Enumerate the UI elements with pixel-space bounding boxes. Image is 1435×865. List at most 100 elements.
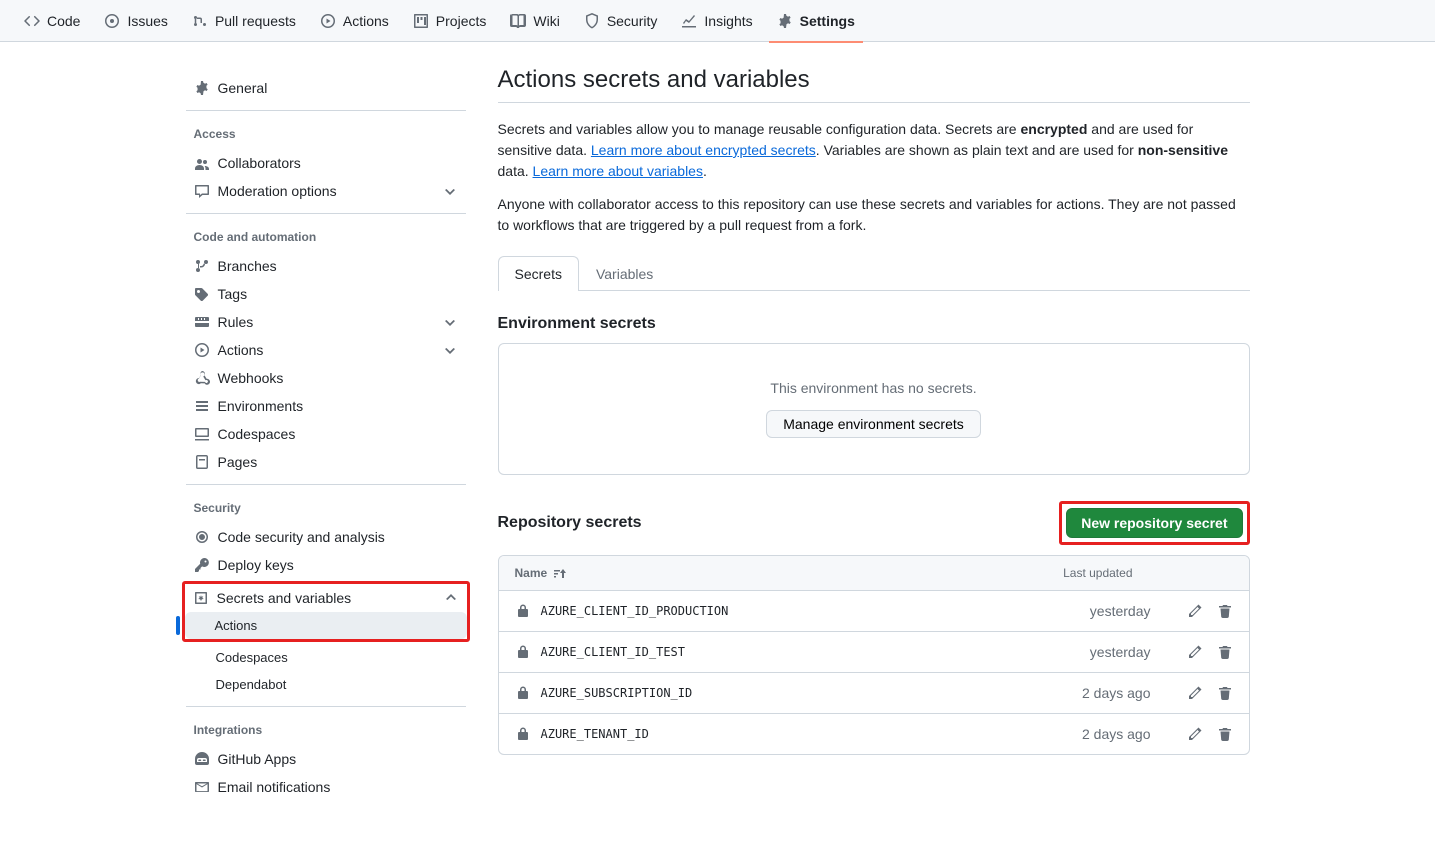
sidebar-actions[interactable]: Actions — [186, 336, 466, 364]
sort-icon[interactable] — [551, 565, 567, 581]
mail-icon — [194, 779, 210, 795]
lock-icon — [515, 644, 531, 660]
sidebar-label: Collaborators — [218, 155, 301, 171]
lock-icon — [515, 603, 531, 619]
tag-icon — [194, 286, 210, 302]
edit-icon[interactable] — [1187, 603, 1203, 619]
sidebar-branches[interactable]: Branches — [186, 252, 466, 280]
tab-label: Insights — [704, 13, 752, 29]
tab-label: Wiki — [533, 13, 559, 29]
sidebar-pages[interactable]: Pages — [186, 448, 466, 476]
delete-icon[interactable] — [1217, 685, 1233, 701]
tab-code[interactable]: Code — [16, 0, 88, 42]
tab-settings[interactable]: Settings — [769, 0, 863, 42]
tab-label: Security — [607, 13, 658, 29]
sidebar-secrets-and-variables[interactable]: Secrets and variables — [185, 584, 467, 612]
secrets-variables-tabs: Secrets Variables — [498, 256, 1250, 291]
secret-name: AZURE_SUBSCRIPTION_ID — [541, 686, 693, 700]
delete-icon[interactable] — [1217, 644, 1233, 660]
sidebar-label: Secrets and variables — [217, 590, 352, 606]
page-icon — [194, 454, 210, 470]
lock-icon — [515, 726, 531, 742]
tab-secrets[interactable]: Secrets — [498, 256, 579, 291]
chevron-down-icon — [442, 342, 458, 358]
tab-projects[interactable]: Projects — [405, 0, 495, 42]
tab-label: Projects — [436, 13, 487, 29]
sidebar-rules[interactable]: Rules — [186, 308, 466, 336]
gear-icon — [777, 13, 793, 29]
table-row: AZURE_SUBSCRIPTION_ID 2 days ago — [499, 673, 1249, 714]
tab-label: Actions — [343, 13, 389, 29]
secrets-table: Name Last updated AZURE_CLIENT_ID_PRODUC… — [498, 555, 1250, 755]
sidebar-heading-access: Access — [186, 119, 466, 149]
webhook-icon — [194, 370, 210, 386]
new-repository-secret-button[interactable]: New repository secret — [1066, 508, 1242, 538]
sidebar-secrets-codespaces[interactable]: Codespaces — [186, 644, 466, 671]
manage-environment-secrets-button[interactable]: Manage environment secrets — [766, 410, 981, 438]
sidebar-label: GitHub Apps — [218, 751, 297, 767]
highlight-secrets-and-variables: Secrets and variables Actions — [182, 581, 470, 642]
text-bold: non-sensitive — [1138, 142, 1228, 158]
tab-wiki[interactable]: Wiki — [502, 0, 567, 42]
sidebar-label: Actions — [218, 342, 264, 358]
asterisk-icon — [193, 590, 209, 606]
edit-icon[interactable] — [1187, 726, 1203, 742]
sidebar-secrets-dependabot[interactable]: Dependabot — [186, 671, 466, 698]
link-learn-variables[interactable]: Learn more about variables — [533, 163, 703, 179]
tab-actions[interactable]: Actions — [312, 0, 397, 42]
sidebar-deploy-keys[interactable]: Deploy keys — [186, 551, 466, 579]
sidebar-label: General — [218, 80, 268, 96]
table-row: AZURE_TENANT_ID2 days ago — [499, 714, 1249, 754]
tab-insights[interactable]: Insights — [673, 0, 760, 42]
text: data. — [498, 163, 533, 179]
secret-name: AZURE_CLIENT_ID_PRODUCTION — [541, 604, 729, 618]
secret-updated: 2 days ago — [1082, 685, 1151, 701]
chevron-up-icon — [443, 590, 459, 606]
secret-updated: 2 days ago — [1082, 726, 1151, 742]
secret-updated: yesterday — [1090, 603, 1151, 619]
sidebar-github-apps[interactable]: GitHub Apps — [186, 745, 466, 773]
issue-icon — [104, 13, 120, 29]
tab-pull-requests[interactable]: Pull requests — [184, 0, 304, 42]
settings-sidebar: General Access Collaborators Moderation … — [178, 66, 474, 809]
delete-icon[interactable] — [1217, 726, 1233, 742]
sidebar-webhooks[interactable]: Webhooks — [186, 364, 466, 392]
chevron-down-icon — [442, 183, 458, 199]
table-row: AZURE_CLIENT_ID_TESTyesterday — [499, 632, 1249, 673]
sidebar-label: Codespaces — [218, 426, 296, 442]
sidebar-label: Webhooks — [218, 370, 284, 386]
sidebar-moderation[interactable]: Moderation options — [186, 177, 466, 205]
sidebar-secrets-actions[interactable]: Actions — [185, 612, 467, 639]
repository-secrets-heading: Repository secrets — [498, 514, 642, 532]
tab-security[interactable]: Security — [576, 0, 666, 42]
sidebar-code-security[interactable]: Code security and analysis — [186, 523, 466, 551]
edit-icon[interactable] — [1187, 644, 1203, 660]
tab-variables[interactable]: Variables — [579, 256, 670, 291]
sidebar-tags[interactable]: Tags — [186, 280, 466, 308]
sidebar-heading-code: Code and automation — [186, 222, 466, 252]
hubot-icon — [194, 751, 210, 767]
sidebar-codespaces[interactable]: Codespaces — [186, 420, 466, 448]
sidebar-label: Tags — [218, 286, 248, 302]
sidebar-email-notifications[interactable]: Email notifications — [186, 773, 466, 801]
sidebar-environments[interactable]: Environments — [186, 392, 466, 420]
col-last-updated: Last updated — [1063, 566, 1132, 580]
delete-icon[interactable] — [1217, 603, 1233, 619]
play-icon — [320, 13, 336, 29]
environment-empty-text: This environment has no secrets. — [515, 380, 1233, 396]
col-name[interactable]: Name — [515, 566, 548, 580]
play-icon — [194, 342, 210, 358]
sidebar-collaborators[interactable]: Collaborators — [186, 149, 466, 177]
highlight-new-secret: New repository secret — [1059, 501, 1249, 545]
sidebar-label: Rules — [218, 314, 254, 330]
sidebar-general[interactable]: General — [186, 74, 466, 102]
text: . — [703, 163, 707, 179]
scan-icon — [194, 529, 210, 545]
codespace-icon — [194, 426, 210, 442]
tab-label: Issues — [127, 13, 167, 29]
link-learn-secrets[interactable]: Learn more about encrypted secrets — [591, 142, 816, 158]
chevron-down-icon — [442, 314, 458, 330]
tab-issues[interactable]: Issues — [96, 0, 175, 42]
edit-icon[interactable] — [1187, 685, 1203, 701]
divider — [498, 102, 1250, 103]
